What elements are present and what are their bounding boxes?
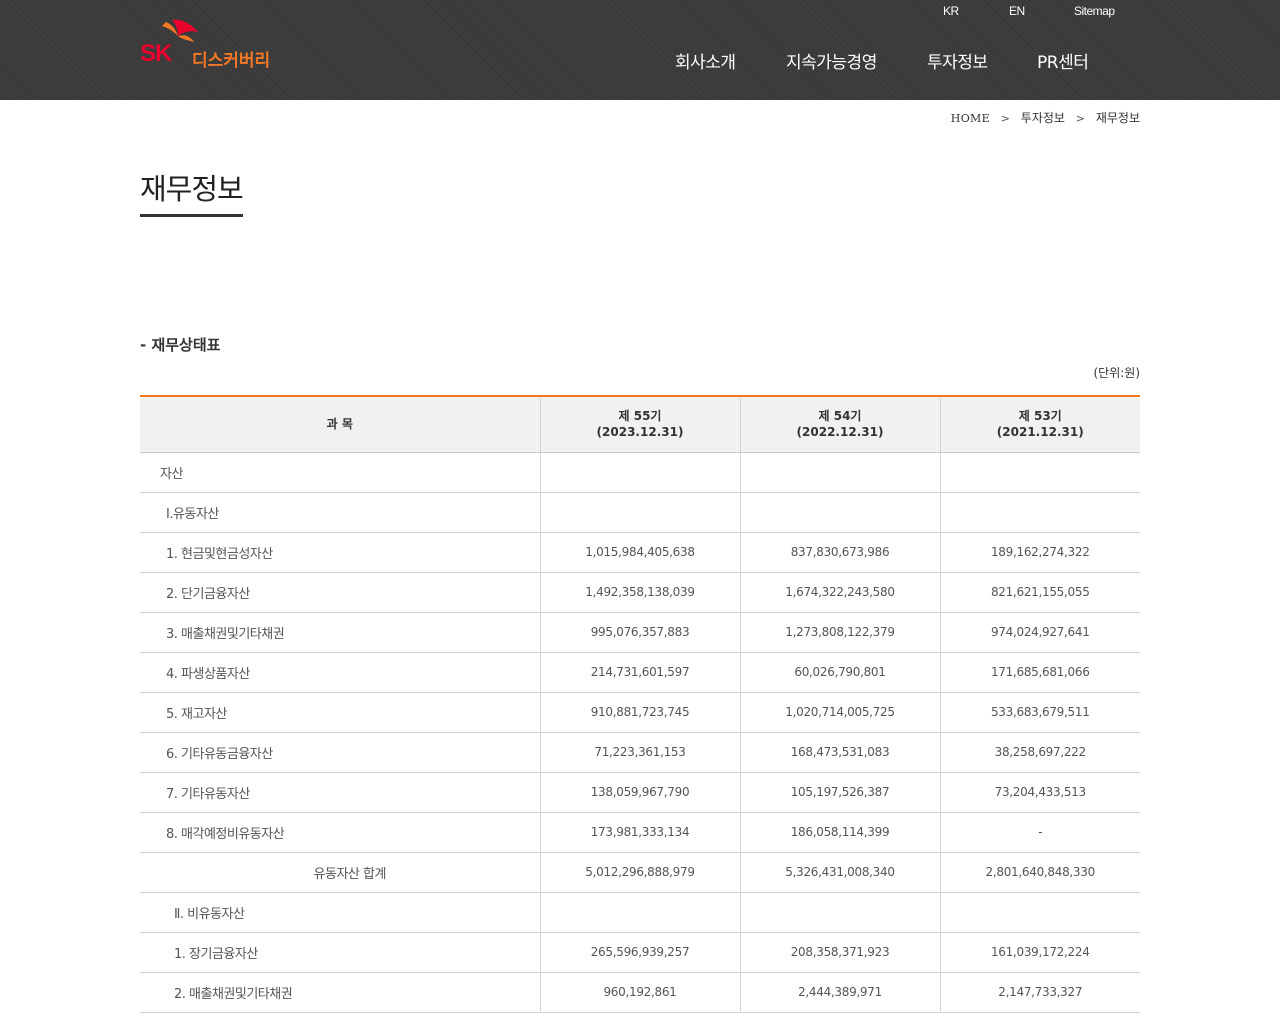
- row-value-53: [939, 892, 1140, 933]
- row-value-53: 821,621,155,055: [939, 572, 1140, 613]
- row-value-54: 5,326,431,008,340: [739, 852, 940, 893]
- row-value-53: 974,024,927,641: [939, 612, 1140, 653]
- row-item: 유동자산 합계: [140, 852, 540, 893]
- site-header: SK 디스커버리 KR EN Sitemap 회사소개 지속가능경영 투자정보 …: [0, 0, 1280, 100]
- row-item: 8. 매각예정비유동자산: [140, 812, 540, 853]
- breadcrumb-investor[interactable]: 투자정보: [1021, 111, 1065, 125]
- row-value-54: 1,020,714,005,725: [739, 692, 940, 733]
- breadcrumb-home[interactable]: HOME: [951, 112, 990, 125]
- row-value-54: 105,197,526,387: [739, 772, 940, 813]
- table-row: 8. 매각예정비유동자산 173,981,333,134 186,058,114…: [140, 812, 1140, 853]
- table-row: 3. 매출채권및기타채권 995,076,357,883 1,273,808,1…: [140, 612, 1140, 653]
- column-header-period-53: 제 53기 (2021.12.31): [939, 396, 1140, 453]
- row-value-54: 168,473,531,083: [739, 732, 940, 773]
- row-value-54: [739, 452, 940, 493]
- nav-pr-center[interactable]: PR센터: [1037, 48, 1089, 73]
- row-value-53: [939, 492, 1140, 533]
- lang-kr-link[interactable]: KR: [943, 4, 959, 18]
- row-value-54: 208,358,371,923: [739, 932, 940, 973]
- row-item: 자산: [140, 452, 540, 493]
- table-row: 5. 재고자산 910,881,723,745 1,020,714,005,72…: [140, 692, 1140, 733]
- table-row: 1. 현금및현금성자산 1,015,984,405,638 837,830,67…: [140, 532, 1140, 573]
- row-value-54: [739, 492, 940, 533]
- logo-company-name: 디스커버리: [192, 51, 271, 71]
- nav-company-intro[interactable]: 회사소개: [675, 48, 736, 73]
- table-row: 4. 파생상품자산 214,731,601,597 60,026,790,801…: [140, 652, 1140, 693]
- row-value-54: 186,058,114,399: [739, 812, 940, 853]
- row-value-54: 837,830,673,986: [739, 532, 940, 573]
- page-title: 재무정보: [140, 166, 244, 217]
- row-item: 3. 매출채권및기타채권: [140, 612, 540, 653]
- row-item: 2. 매출채권및기타채권: [140, 972, 540, 1013]
- row-value-53: 2,801,640,848,330: [939, 852, 1140, 893]
- row-value-53: 38,258,697,222: [939, 732, 1140, 773]
- row-item: 6. 기타유동금융자산: [140, 732, 540, 773]
- row-item: 2. 단기금융자산: [140, 572, 540, 613]
- table-row-total: 유동자산 합계 5,012,296,888,979 5,326,431,008,…: [140, 852, 1140, 893]
- row-value-55: 265,596,939,257: [539, 932, 740, 973]
- row-value-55: 71,223,361,153: [539, 732, 740, 773]
- row-value-54: 1,273,808,122,379: [739, 612, 940, 653]
- nav-sustainability[interactable]: 지속가능경영: [786, 48, 877, 73]
- row-value-54: 1,674,322,243,580: [739, 572, 940, 613]
- table-row: 자산: [140, 452, 1140, 493]
- table-row: 7. 기타유동자산 138,059,967,790 105,197,526,38…: [140, 772, 1140, 813]
- breadcrumb-separator: >: [1000, 112, 1010, 125]
- row-value-54: 2,444,389,971: [739, 972, 940, 1013]
- row-item: 5. 재고자산: [140, 692, 540, 733]
- row-value-53: 161,039,172,224: [939, 932, 1140, 973]
- sitemap-link[interactable]: Sitemap: [1074, 4, 1115, 18]
- column-header-period-55: 제 55기 (2023.12.31): [539, 396, 740, 453]
- logo-sk-text: SK: [140, 40, 172, 67]
- balance-sheet-table: 과 목 제 55기 (2023.12.31) 제 54기 (2022.12.31) …: [140, 395, 1140, 1013]
- row-value-55: 173,981,333,134: [539, 812, 740, 853]
- sk-discovery-logo[interactable]: SK 디스커버리: [140, 18, 280, 71]
- row-item: 1. 장기금융자산: [140, 932, 540, 973]
- table-row: 6. 기타유동금융자산 71,223,361,153 168,473,531,0…: [140, 732, 1140, 773]
- breadcrumb-separator: >: [1075, 112, 1085, 125]
- row-value-55: [539, 492, 740, 533]
- row-item: 7. 기타유동자산: [140, 772, 540, 813]
- row-item: 1. 현금및현금성자산: [140, 532, 540, 573]
- row-value-53: 2,147,733,327: [939, 972, 1140, 1013]
- row-value-53: -: [939, 812, 1140, 853]
- row-value-55: 995,076,357,883: [539, 612, 740, 653]
- row-value-53: 533,683,679,511: [939, 692, 1140, 733]
- row-item: 4. 파생상품자산: [140, 652, 540, 693]
- row-value-53: [939, 452, 1140, 493]
- row-item: Ⅱ. 비유동자산: [140, 892, 540, 933]
- column-header-period-54: 제 54기 (2022.12.31): [739, 396, 940, 453]
- row-value-53: 189,162,274,322: [939, 532, 1140, 573]
- row-value-55: 910,881,723,745: [539, 692, 740, 733]
- row-value-55: 214,731,601,597: [539, 652, 740, 693]
- section-title: - 재무상태표: [140, 336, 221, 354]
- column-header-item: 과 목: [140, 396, 540, 453]
- breadcrumb-current[interactable]: 재무정보: [1096, 111, 1140, 125]
- table-header-row: 과 목 제 55기 (2023.12.31) 제 54기 (2022.12.31) …: [140, 396, 1140, 453]
- table-row: 2. 매출채권및기타채권 960,192,861 2,444,389,971 2…: [140, 972, 1140, 1013]
- table-row: 1. 장기금융자산 265,596,939,257 208,358,371,92…: [140, 932, 1140, 973]
- row-value-55: [539, 452, 740, 493]
- row-value-53: 73,204,433,513: [939, 772, 1140, 813]
- row-value-55: 5,012,296,888,979: [539, 852, 740, 893]
- row-value-54: [739, 892, 940, 933]
- unit-label: (단위:원): [1093, 366, 1140, 380]
- table-row: Ⅱ. 비유동자산: [140, 892, 1140, 933]
- row-value-55: 960,192,861: [539, 972, 740, 1013]
- row-value-55: 1,492,358,138,039: [539, 572, 740, 613]
- row-value-53: 171,685,681,066: [939, 652, 1140, 693]
- row-value-55: [539, 892, 740, 933]
- row-value-54: 60,026,790,801: [739, 652, 940, 693]
- row-value-55: 1,015,984,405,638: [539, 532, 740, 573]
- row-value-55: 138,059,967,790: [539, 772, 740, 813]
- row-item: Ⅰ.유동자산: [140, 492, 540, 533]
- nav-investor-relations[interactable]: 투자정보: [927, 48, 988, 73]
- table-row: Ⅰ.유동자산: [140, 492, 1140, 533]
- table-row: 2. 단기금융자산 1,492,358,138,039 1,674,322,24…: [140, 572, 1140, 613]
- lang-en-link[interactable]: EN: [1009, 4, 1025, 18]
- breadcrumb: HOME > 투자정보 > 재무정보: [951, 109, 1140, 126]
